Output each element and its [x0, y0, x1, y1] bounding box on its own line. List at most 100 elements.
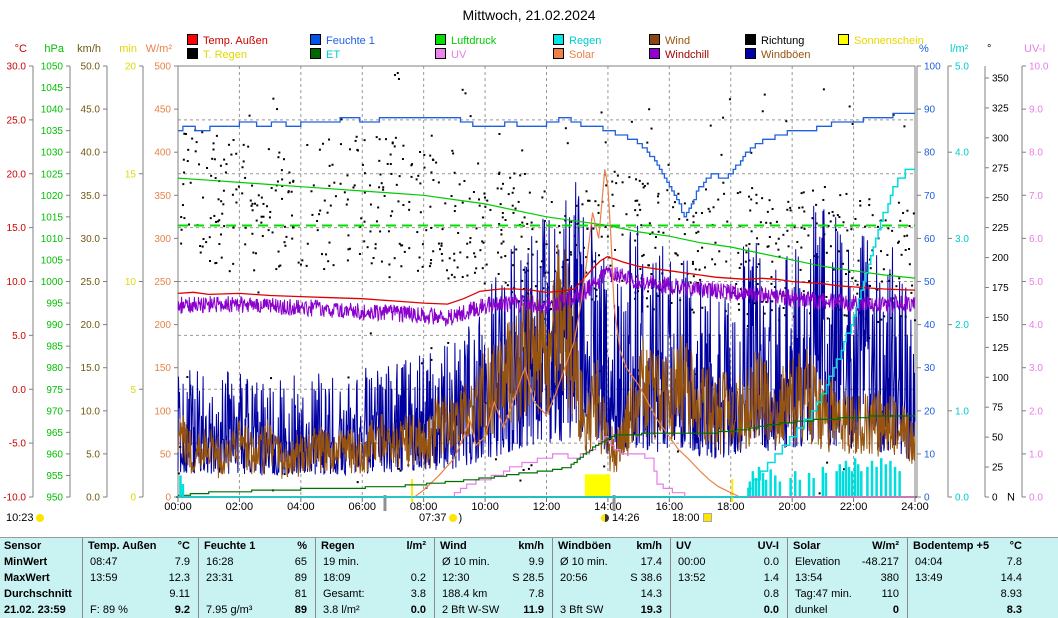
direction-dot — [327, 260, 329, 262]
direction-dot — [369, 184, 371, 186]
table-cell: W/m² — [787, 540, 899, 553]
direction-dot — [852, 123, 854, 125]
direction-dot — [530, 464, 532, 466]
table-cell: 9.9 — [434, 556, 544, 569]
table-cell: 89 — [198, 604, 307, 617]
direction-dot — [658, 231, 660, 233]
direction-dot — [275, 189, 277, 191]
direction-dot — [340, 143, 342, 145]
axis-tick-label: 1045 — [41, 83, 64, 94]
direction-dot — [349, 148, 351, 150]
direction-dot — [512, 192, 514, 194]
axis-tick-label: 1.0 — [955, 406, 969, 417]
direction-dot — [408, 247, 410, 249]
rain-bar — [848, 467, 851, 496]
direction-dot — [782, 234, 784, 236]
direction-dot — [209, 236, 211, 238]
rain-bar — [835, 471, 838, 496]
direction-dot — [844, 314, 846, 316]
direction-dot — [213, 142, 215, 144]
direction-dot — [901, 254, 903, 256]
axis-tick-label: 25.0 — [81, 277, 101, 288]
direction-dot — [850, 228, 852, 230]
rain-bar — [779, 481, 782, 496]
direction-dot — [628, 176, 630, 178]
direction-dot — [376, 220, 378, 222]
direction-dot — [794, 226, 796, 228]
table-cell: 0.0 — [315, 604, 426, 617]
table-cell: Durchschnitt — [4, 588, 72, 601]
direction-dot — [846, 315, 848, 317]
axis-tick-label: 25.0 — [7, 115, 27, 126]
legend-label: UV — [451, 49, 466, 61]
direction-dot — [364, 192, 366, 194]
direction-dot — [589, 200, 591, 202]
direction-dot — [803, 290, 805, 292]
direction-dot — [729, 98, 731, 100]
sunset-annotation: 18:00 — [672, 512, 712, 524]
direction-dot — [498, 273, 500, 275]
direction-dot — [270, 377, 272, 379]
axis-tick-label: 950 — [46, 493, 63, 504]
direction-dot — [329, 165, 331, 167]
direction-dot — [213, 215, 215, 217]
table-cell: km/h — [552, 540, 662, 553]
direction-dot — [371, 262, 373, 264]
direction-dot — [758, 263, 760, 265]
direction-dot — [188, 223, 190, 225]
direction-dot — [500, 203, 502, 205]
direction-dot — [298, 262, 300, 264]
direction-dot — [592, 228, 594, 230]
direction-dot — [546, 243, 548, 245]
legend-swatch-temp-au-en — [187, 34, 198, 45]
table-cell: 110 — [787, 588, 899, 601]
direction-dot — [855, 280, 857, 282]
direction-dot — [228, 144, 230, 146]
direction-dot — [654, 247, 656, 249]
legend-item-solar: Solar — [553, 48, 595, 61]
direction-dot — [232, 194, 234, 196]
direction-dot — [905, 249, 907, 251]
direction-dot — [570, 251, 572, 253]
direction-dot — [417, 270, 419, 272]
direction-dot — [440, 245, 442, 247]
direction-dot — [655, 236, 657, 238]
direction-dot — [221, 213, 223, 215]
direction-dot — [769, 236, 771, 238]
direction-dot — [469, 198, 471, 200]
direction-dot — [232, 263, 234, 265]
direction-dot — [762, 110, 764, 112]
direction-dot — [519, 480, 521, 482]
direction-dot — [398, 78, 400, 80]
direction-dot — [523, 469, 525, 471]
day-length-value: 10:23 — [6, 512, 34, 524]
direction-dot — [252, 252, 254, 254]
direction-dot — [767, 246, 769, 248]
axis-tick-label: 1.0 — [1029, 449, 1043, 460]
direction-dot — [761, 197, 763, 199]
direction-dot — [605, 226, 607, 228]
direction-dot — [202, 197, 204, 199]
direction-dot — [765, 301, 767, 303]
direction-dot — [903, 125, 905, 127]
direction-dot — [695, 232, 697, 234]
legend-swatch-windb-en — [745, 48, 756, 59]
direction-dot — [609, 265, 611, 267]
direction-dot — [438, 243, 440, 245]
direction-dot — [897, 242, 899, 244]
axis-tick-label: 200 — [992, 253, 1009, 264]
direction-dot — [220, 200, 222, 202]
direction-dot — [205, 241, 207, 243]
direction-dot — [845, 193, 847, 195]
direction-dot — [651, 128, 653, 130]
axis-unit-lm2: l/m² — [950, 43, 969, 55]
axis-tick-label: 3.0 — [955, 234, 969, 245]
legend-item-uv: UV — [435, 48, 466, 61]
direction-dot — [531, 222, 533, 224]
direction-dot — [513, 187, 515, 189]
direction-dot — [756, 237, 758, 239]
direction-dot — [262, 203, 264, 205]
direction-dot — [370, 332, 372, 334]
axis-tick-label: 80 — [924, 148, 936, 159]
rain-bar — [857, 464, 860, 496]
